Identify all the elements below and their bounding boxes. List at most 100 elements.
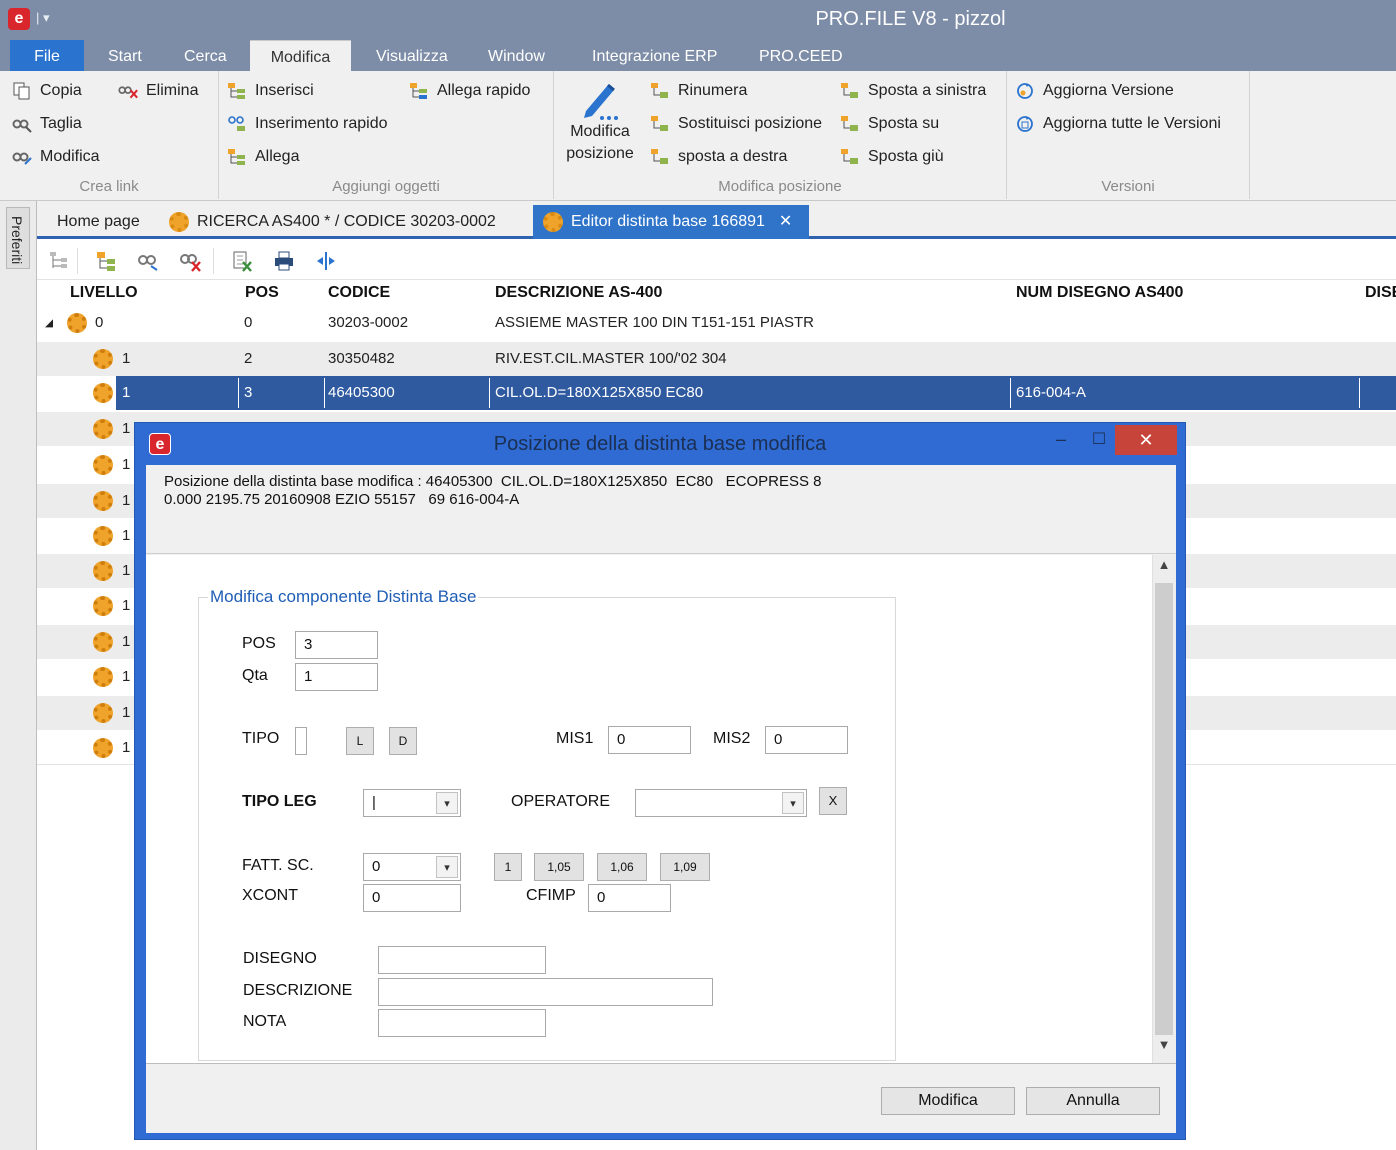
vertical-scrollbar[interactable]: ▲ ▼ xyxy=(1152,555,1176,1063)
app-title: PRO.FILE V8 - pizzol xyxy=(815,8,1006,30)
table-row[interactable]: ◢ 0 0 30203-0002 ASSIEME MASTER 100 DIN … xyxy=(37,306,1396,340)
col-descrizione[interactable]: DESCRIZIONE AS-400 xyxy=(495,284,662,302)
refresh-version-icon xyxy=(1017,82,1033,99)
tab-home-page[interactable]: Home page xyxy=(47,207,150,239)
col-num-disegno[interactable]: NUM DISEGNO AS400 xyxy=(1016,284,1183,302)
edit-position-dialog: e Posizione della distinta base modifica… xyxy=(134,422,1186,1140)
cell-codice: 30350482 xyxy=(328,350,395,367)
fatt-sc-preset-109-button[interactable]: 1,09 xyxy=(660,853,710,881)
aggiorna-versione-button[interactable]: Aggiorna Versione xyxy=(1015,77,1174,105)
qta-input[interactable]: 1 xyxy=(295,663,378,691)
move-right-icon xyxy=(651,148,668,164)
rinumera-button[interactable]: Rinumera xyxy=(650,77,747,105)
minimize-icon[interactable]: – xyxy=(1049,429,1073,453)
gear-icon xyxy=(93,596,113,616)
tab-modifica[interactable]: Modifica xyxy=(250,40,351,71)
sostituisci-posizione-button[interactable]: Sostituisci posizione xyxy=(650,110,822,138)
fatt-sc-preset-1-button[interactable]: 1 xyxy=(494,853,522,881)
copia-button[interactable]: Copia xyxy=(12,77,82,105)
cfimp-input[interactable]: 0 xyxy=(588,884,671,912)
sposta-destra-button[interactable]: sposta a destra xyxy=(650,143,787,171)
close-icon[interactable]: ✕ xyxy=(1115,425,1177,455)
insert-tree-icon[interactable] xyxy=(95,250,117,272)
gear-icon xyxy=(67,313,87,333)
maximize-icon[interactable]: ☐ xyxy=(1087,429,1111,453)
table-row[interactable]: 1 2 30350482 RIV.EST.CIL.MASTER 100/'02 … xyxy=(37,342,1396,376)
tab-window[interactable]: Window xyxy=(476,40,557,71)
position-info-line-1: Posizione della distinta base modifica :… xyxy=(164,473,822,490)
delete-link-icon[interactable] xyxy=(179,250,201,272)
elimina-button[interactable]: Elimina xyxy=(118,77,198,105)
sposta-sinistra-button[interactable]: Sposta a sinistra xyxy=(840,77,986,105)
scroll-up-icon[interactable]: ▲ xyxy=(1153,557,1175,581)
tab-integrazione-erp[interactable]: Integrazione ERP xyxy=(580,40,729,71)
pos-input[interactable]: 3 xyxy=(295,631,378,659)
mis1-input[interactable]: 0 xyxy=(608,726,691,754)
cell-livello: 1 xyxy=(122,668,131,685)
mis2-input[interactable]: 0 xyxy=(765,726,848,754)
col-pos[interactable]: POS xyxy=(245,284,279,302)
modifica-posizione-label-1: Modifica xyxy=(570,123,630,140)
title-bar: e | ▾ PRO.FILE V8 - pizzol xyxy=(0,0,1396,40)
taglia-button[interactable]: Taglia xyxy=(12,110,82,138)
allega-rapido-button[interactable]: Allega rapido xyxy=(409,77,530,105)
nota-input[interactable] xyxy=(378,1009,546,1037)
fatt-sc-select[interactable]: 0 ▾ xyxy=(363,853,461,881)
operatore-clear-button[interactable]: X xyxy=(819,787,847,815)
sposta-su-button[interactable]: Sposta su xyxy=(840,110,939,138)
cut-link-icon[interactable] xyxy=(137,250,159,272)
print-icon[interactable] xyxy=(273,250,295,272)
col-livello[interactable]: LIVELLO xyxy=(70,284,138,302)
scroll-thumb[interactable] xyxy=(1155,583,1173,1035)
modifica-link-button[interactable]: Modifica xyxy=(12,143,100,171)
cell-codice: 46405300 xyxy=(328,384,395,401)
tab-ricerca-as400[interactable]: RICERCA AS400 * / CODICE 30203-0002 xyxy=(159,207,506,239)
descrizione-input[interactable] xyxy=(378,978,713,1006)
chevron-down-icon[interactable]: ▾ xyxy=(436,792,458,814)
operatore-select[interactable]: ▾ xyxy=(635,789,807,817)
aggiorna-tutte-versioni-button[interactable]: Aggiorna tutte le Versioni xyxy=(1015,110,1221,138)
fatt-sc-preset-106-button[interactable]: 1,06 xyxy=(597,853,647,881)
tab-editor-distinta[interactable]: Editor distinta base 166891 ✕ xyxy=(533,205,809,239)
annulla-button[interactable]: Annulla xyxy=(1026,1087,1160,1115)
tab-visualizza[interactable]: Visualizza xyxy=(364,40,460,71)
col-codice[interactable]: CODICE xyxy=(328,284,390,302)
tab-cerca[interactable]: Cerca xyxy=(172,40,239,71)
expand-icon[interactable]: ◢ xyxy=(45,306,53,340)
tab-proceed[interactable]: PRO.CEED xyxy=(747,40,855,71)
tipo-d-button[interactable]: D xyxy=(389,727,417,755)
col-disegno[interactable]: DISE xyxy=(1365,284,1396,302)
modifica-button[interactable]: Modifica xyxy=(881,1087,1015,1115)
modifica-posizione-button[interactable]: Modifica posizione xyxy=(560,77,640,165)
close-tab-icon[interactable]: ✕ xyxy=(779,213,792,230)
dialog-title-bar[interactable]: e Posizione della distinta base modifica… xyxy=(135,423,1185,465)
allega-button[interactable]: Allega xyxy=(227,143,299,171)
tipo-input[interactable] xyxy=(295,727,307,755)
disegno-input[interactable] xyxy=(378,946,546,974)
export-excel-icon[interactable] xyxy=(231,250,253,272)
sposta-giu-button[interactable]: Sposta giù xyxy=(840,143,944,171)
group-label-aggiungi-oggetti: Aggiungi oggetti xyxy=(332,178,440,195)
inserimento-rapido-button[interactable]: Inserimento rapido xyxy=(227,110,388,138)
fatt-sc-preset-105-button[interactable]: 1,05 xyxy=(534,853,584,881)
inserisci-button[interactable]: Inserisci xyxy=(227,77,314,105)
tipo-leg-value: | xyxy=(372,794,376,811)
preferiti-tab[interactable]: Preferiti xyxy=(6,207,30,269)
allega-label: Allega xyxy=(255,148,300,165)
move-left-icon xyxy=(841,82,858,98)
tab-file[interactable]: File xyxy=(10,40,84,71)
tipo-leg-select[interactable]: | ▾ xyxy=(363,789,461,817)
menu-bar: File Start Cerca Modifica Visualizza Win… xyxy=(0,40,1396,71)
tree-settings-icon[interactable] xyxy=(47,250,69,272)
table-row-selected[interactable]: 1 3 46405300 CIL.OL.D=180X125X850 EC80 6… xyxy=(116,376,1396,410)
chevron-down-icon[interactable]: ▾ xyxy=(436,856,458,878)
tipo-l-button[interactable]: L xyxy=(346,727,374,755)
tab-start[interactable]: Start xyxy=(96,40,154,71)
xcont-input[interactable]: 0 xyxy=(363,884,461,912)
tab-ricerca-label: RICERCA AS400 * / CODICE 30203-0002 xyxy=(197,213,496,230)
ribbon-group-crea-link: Copia Elimina Taglia Modifica Crea link xyxy=(0,71,219,199)
scroll-down-icon[interactable]: ▼ xyxy=(1153,1037,1175,1061)
modifica-posizione-label-2: posizione xyxy=(566,145,634,162)
chevron-down-icon[interactable]: ▾ xyxy=(782,792,804,814)
split-columns-icon[interactable] xyxy=(315,250,337,272)
